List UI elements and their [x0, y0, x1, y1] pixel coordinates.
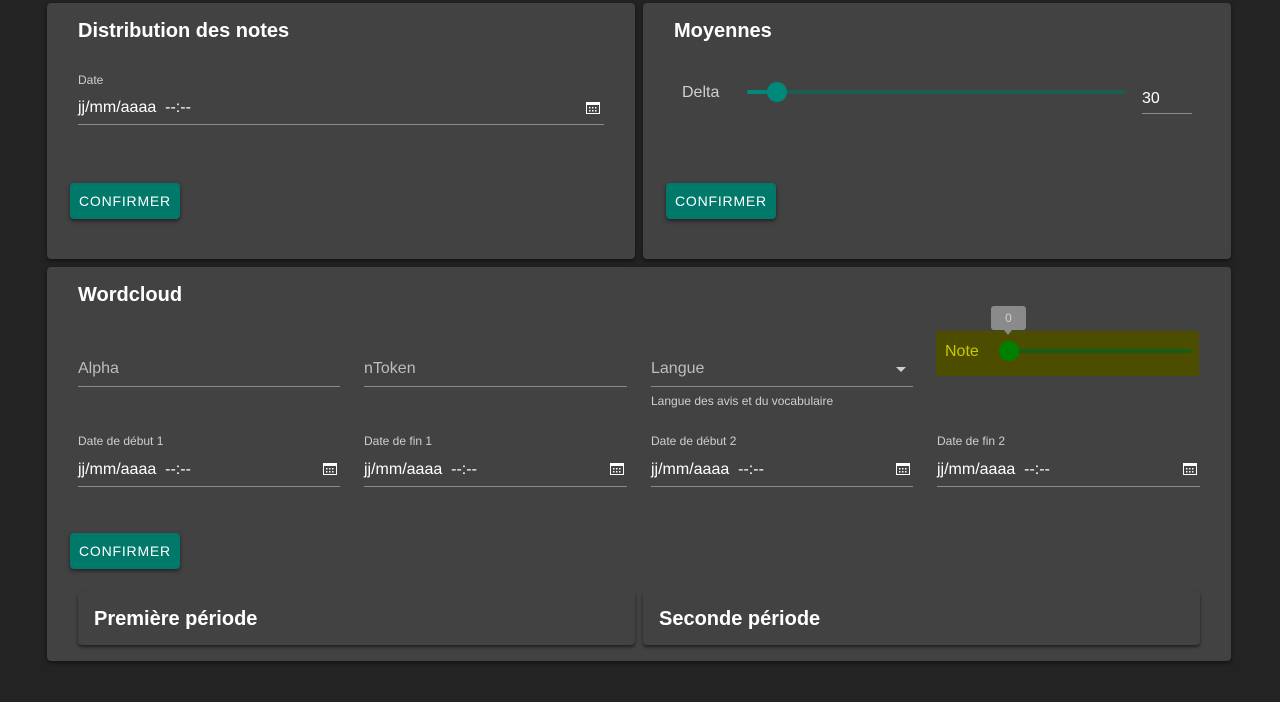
distribution-title: Distribution des notes — [78, 20, 290, 42]
note-slider-thumb[interactable] — [999, 341, 1019, 361]
moyennes-title: Moyennes — [674, 20, 772, 42]
note-slider-track[interactable] — [1009, 349, 1192, 353]
delta-slider-thumb[interactable] — [767, 82, 787, 102]
date-value: jj/mm/aaaa --:-- — [78, 99, 191, 116]
seconde-periode-title: Seconde période — [659, 608, 821, 630]
note-slider-container: Note — [936, 331, 1199, 376]
alpha-placeholder: Alpha — [78, 360, 119, 377]
date-debut-1-label: Date de début 1 — [78, 434, 164, 448]
delta-label: Delta — [682, 84, 720, 101]
calendar-icon[interactable] — [896, 462, 910, 475]
delta-value: 30 — [1142, 90, 1160, 107]
date-debut-1-value: jj/mm/aaaa --:-- — [78, 461, 191, 478]
distribution-confirm-button[interactable]: CONFIRMER — [70, 183, 180, 219]
date-fin-1-label: Date de fin 1 — [364, 434, 433, 448]
premiere-periode-title: Première période — [94, 608, 258, 630]
date-fin-2-input[interactable]: jj/mm/aaaa --:-- — [937, 452, 1200, 487]
wordcloud-card: Wordcloud Alpha nToken Langue Langue des… — [47, 267, 1231, 661]
calendar-icon[interactable] — [610, 462, 624, 475]
moyennes-confirm-button[interactable]: CONFIRMER — [666, 183, 776, 219]
calendar-icon[interactable] — [586, 101, 600, 114]
date-fin-2-label: Date de fin 2 — [937, 434, 1006, 448]
calendar-icon[interactable] — [1183, 462, 1197, 475]
date-debut-2-input[interactable]: jj/mm/aaaa --:-- — [651, 452, 913, 487]
date-debut-2-value: jj/mm/aaaa --:-- — [651, 461, 764, 478]
note-value: 0 — [1005, 311, 1012, 325]
alpha-input[interactable]: Alpha — [78, 355, 340, 387]
ntoken-input[interactable]: nToken — [364, 355, 627, 387]
langue-placeholder: Langue — [651, 360, 705, 377]
seconde-periode-card: Seconde période — [643, 591, 1200, 645]
date-label: Date — [78, 73, 104, 87]
date-input[interactable]: jj/mm/aaaa --:-- — [78, 91, 604, 125]
date-debut-2-label: Date de début 2 — [651, 434, 737, 448]
tooltip-pointer — [1004, 330, 1012, 335]
date-fin-1-value: jj/mm/aaaa --:-- — [364, 461, 477, 478]
distribution-card: Distribution des notes Date jj/mm/aaaa -… — [47, 3, 635, 259]
moyennes-card: Moyennes Delta 30 CONFIRMER — [643, 3, 1231, 259]
date-fin-2-value: jj/mm/aaaa --:-- — [937, 461, 1050, 478]
note-value-tooltip: 0 — [991, 306, 1026, 335]
date-debut-1-input[interactable]: jj/mm/aaaa --:-- — [78, 452, 340, 487]
delta-value-input[interactable]: 30 — [1142, 85, 1192, 114]
calendar-icon[interactable] — [323, 462, 337, 475]
wordcloud-confirm-button[interactable]: CONFIRMER — [70, 533, 180, 569]
langue-helper-text: Langue des avis et du vocabulaire — [651, 394, 834, 408]
date-fin-1-input[interactable]: jj/mm/aaaa --:-- — [364, 452, 627, 487]
delta-slider-track[interactable] — [747, 90, 1125, 94]
langue-select[interactable]: Langue — [651, 355, 913, 387]
premiere-periode-card: Première période — [78, 591, 635, 645]
chevron-down-icon — [896, 367, 906, 372]
wordcloud-title: Wordcloud — [78, 284, 183, 306]
note-label: Note — [945, 343, 979, 360]
ntoken-placeholder: nToken — [364, 360, 416, 377]
